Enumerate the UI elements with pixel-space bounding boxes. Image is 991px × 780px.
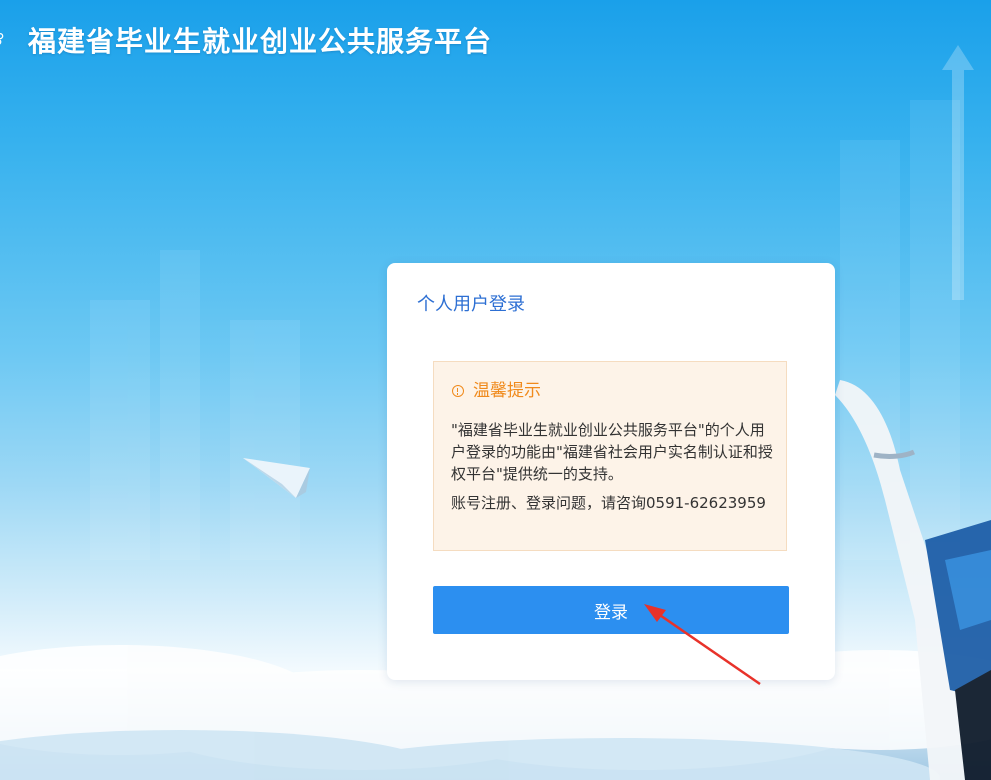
login-card-title: 个人用户登录 [417,294,525,315]
paper-plane-icon [243,458,310,498]
notice-body: "福建省毕业生就业创业公共服务平台"的个人用户登录的功能由"福建省社会用户实名制… [451,421,773,483]
site-title: 福建省毕业生就业创业公共服务平台 [28,25,493,58]
header: ❀ 福建省毕业生就业创业公共服务平台 [0,0,991,80]
login-button[interactable]: 登录 [433,586,789,634]
graduate-figure [835,380,991,780]
notice-title: 温馨提示 [473,381,541,401]
login-card: 个人用户登录 温馨提示 "福建省毕业生就业创业公共服务平台"的个人用户登录的功能… [387,263,835,680]
notice-header: 温馨提示 [452,380,541,402]
notice-contact: 账号注册、登录问题，请咨询0591-62623959 [451,494,766,512]
emblem-icon: ❀ [0,26,8,52]
info-circle-icon [452,385,464,397]
notice-box: 温馨提示 "福建省毕业生就业创业公共服务平台"的个人用户登录的功能由"福建省社会… [433,361,787,551]
